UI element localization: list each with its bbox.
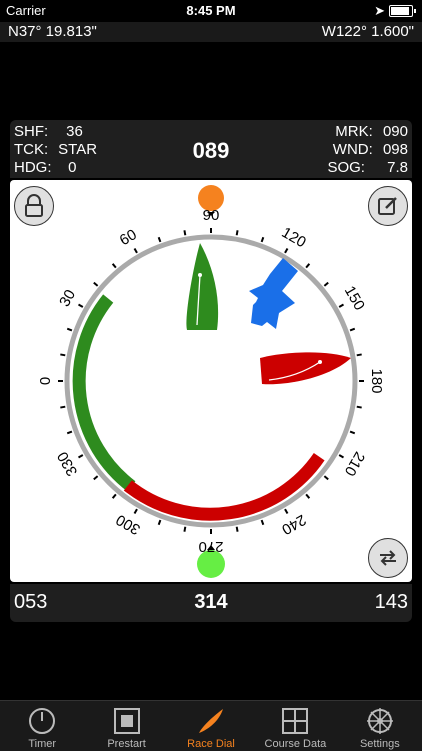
dial-labels: 90 120 150 180 210 240 270 300 330 0 30 60	[37, 207, 385, 555]
grid-icon	[282, 708, 309, 734]
clock-icon	[29, 708, 56, 734]
dial-label: 60	[117, 226, 140, 249]
port-arc	[123, 453, 325, 521]
dial-tick	[133, 508, 138, 515]
dial-tick	[235, 526, 239, 532]
dial-label: 330	[54, 449, 81, 479]
dial-tick	[60, 405, 66, 409]
info-panel: SHF: 36 TCK: STAR HDG: 0 089 MRK: 090 WN…	[10, 120, 412, 178]
dial-tick	[260, 236, 265, 243]
dial-label: 270	[198, 538, 223, 555]
battery-icon	[389, 5, 413, 17]
dial-label: 210	[341, 449, 368, 479]
tab-settings[interactable]: Settings	[338, 701, 422, 751]
status-time: 8:45 PM	[186, 3, 236, 18]
latitude: N37° 19.813"	[8, 23, 97, 40]
mrk-value: 090	[382, 123, 408, 140]
tab-bar: Timer Prestart Race Dial Course Data Set…	[0, 700, 422, 751]
bottom-center-value: 314	[194, 591, 228, 613]
dial-tick	[323, 475, 329, 481]
bottom-right-value: 143	[374, 591, 408, 613]
dial-label: 240	[279, 511, 309, 538]
tab-timer[interactable]: Timer	[0, 701, 84, 751]
dial-tick	[235, 230, 239, 236]
sog-value: 7.8	[387, 159, 408, 176]
dial-label: 120	[279, 224, 309, 251]
helm-icon	[366, 708, 393, 734]
dial-label: 30	[56, 287, 79, 310]
dial-tick	[93, 281, 99, 287]
dial-label: 300	[113, 511, 143, 538]
dial-tick	[66, 430, 73, 435]
wind-arrow	[249, 258, 298, 329]
bottom-panel: 053 314 143	[10, 584, 412, 622]
wnd-value: 098	[382, 141, 408, 158]
dial-tick	[305, 493, 311, 499]
dial-tick	[77, 303, 84, 308]
dial-tick	[284, 508, 289, 515]
mrk-row: MRK: 090	[335, 123, 408, 140]
dial-label: 150	[341, 283, 368, 313]
dial-tick	[284, 247, 289, 254]
starboard-boat	[186, 243, 219, 330]
location-arrow-icon: ➤	[374, 3, 385, 18]
dial-tick	[260, 519, 265, 526]
dial-tick	[349, 430, 356, 435]
dial-tick	[183, 230, 187, 236]
position-bar: N37° 19.813" W122° 1.600"	[0, 22, 422, 42]
dial-tick	[356, 405, 362, 409]
dial-tick	[133, 247, 138, 254]
dial-tick	[93, 475, 99, 481]
tab-course-data[interactable]: Course Data	[253, 701, 337, 751]
tab-race-dial[interactable]: Race Dial	[169, 701, 253, 751]
dial-label: 90	[203, 207, 220, 224]
longitude: W122° 1.600"	[321, 23, 414, 40]
status-bar: Carrier 8:45 PM ➤	[0, 0, 422, 22]
square-icon	[113, 708, 140, 734]
dial-tick	[77, 454, 84, 459]
dial-label: 0	[37, 377, 54, 385]
dial-tick	[66, 327, 73, 332]
dial-tick	[338, 303, 345, 308]
dial-tick	[157, 519, 162, 526]
dial-tick	[349, 327, 356, 332]
sog-row: SOG: 7.8	[327, 159, 408, 176]
sail-icon	[199, 709, 224, 733]
dial-tick	[111, 263, 117, 269]
dial-svg: 90 120 150 180 210 240 270 300 330 0 30 60	[37, 185, 385, 578]
status-indicators: ➤	[374, 3, 416, 19]
dial-tick	[338, 454, 345, 459]
dial-tick	[305, 263, 311, 269]
dial-tick	[111, 493, 117, 499]
dial-tick	[183, 526, 187, 532]
dial-tick	[60, 353, 66, 357]
dial-tick	[323, 281, 329, 287]
race-dial[interactable]: 90 120 150 180 210 240 270 300 330 0 30 60	[10, 180, 412, 582]
dial-tick	[356, 353, 362, 357]
wnd-row: WND: 098	[332, 141, 408, 158]
dial-label: 180	[368, 368, 385, 393]
tab-prestart[interactable]: Prestart	[84, 701, 168, 751]
dial-tick	[157, 236, 162, 243]
